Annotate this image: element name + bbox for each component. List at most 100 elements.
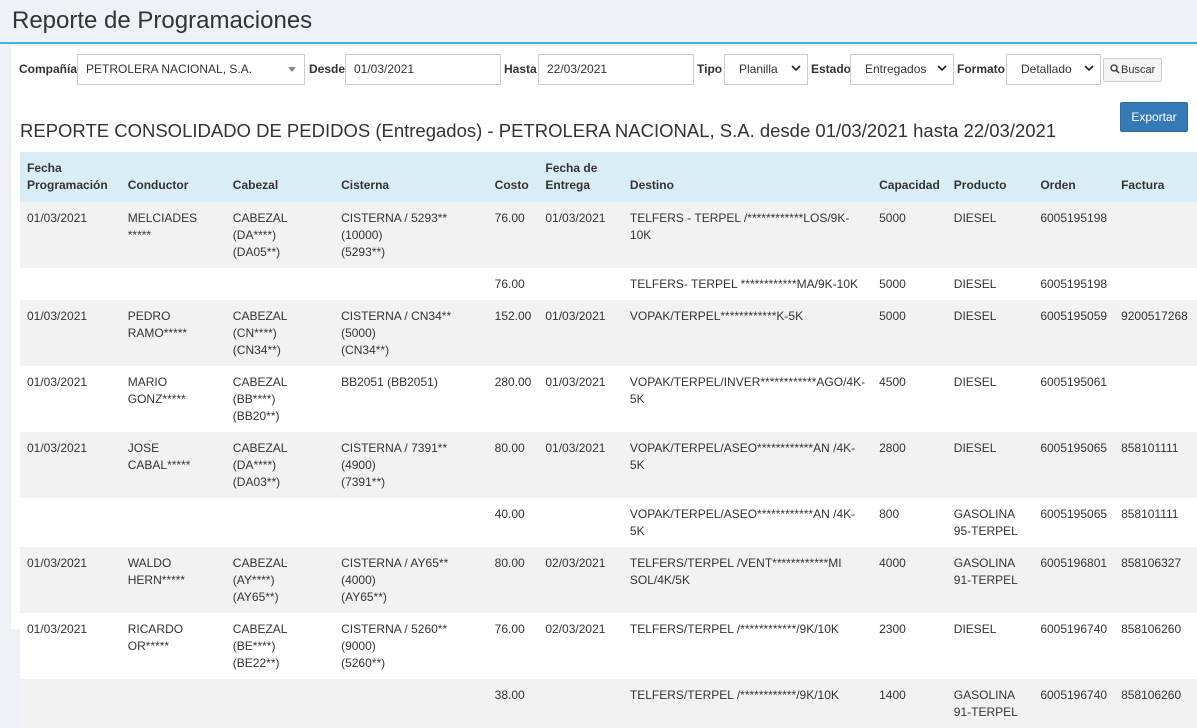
cell-fecha-programacion [20,679,121,728]
table-row: 01/03/2021RICARDOOR*****CABEZAL (BE****)… [20,613,1197,679]
cell-factura: 858106327 [1114,547,1197,613]
cell-orden: 6005195198 [1033,202,1114,268]
cell-conductor: MARIOGONZ***** [121,366,226,432]
from-date-input[interactable]: 01/03/2021 [345,54,501,85]
cell-cisterna: CISTERNA / AY65** (4000)(AY65**) [334,547,488,613]
chevron-down-icon [1084,63,1094,73]
cell-fecha-programacion [20,268,121,300]
header-costo: Costo [488,152,539,202]
cell-fecha-programacion: 01/03/2021 [20,366,121,432]
header-factura: Factura [1114,152,1197,202]
company-label: Compañía [19,62,77,76]
page-title: Reporte de Programaciones [12,6,1185,36]
cell-costo: 76.00 [488,202,539,268]
cell-fecha-entrega: 01/03/2021 [538,202,623,268]
table-header-row: FechaProgramaciónConductorCabezalCistern… [20,152,1197,202]
format-label: Formato [957,62,1005,76]
cell-factura [1114,366,1197,432]
cell-capacidad: 4000 [872,547,947,613]
cell-costo: 280.00 [488,366,539,432]
search-button-label: Buscar [1121,64,1155,76]
to-date-value: 22/03/2021 [547,62,607,76]
cell-destino: TELFERS/TERPEL /************/9K/10K [623,613,872,679]
cell-producto: DIESEL [947,300,1034,366]
company-select[interactable]: PETROLERA NACIONAL, S.A. [77,54,305,85]
type-select[interactable]: Planilla [724,54,808,85]
status-select-value: Entregados [865,62,926,76]
cell-capacidad: 5000 [872,268,947,300]
cell-factura [1114,202,1197,268]
chevron-down-icon [791,63,801,73]
cell-orden: 6005196740 [1033,613,1114,679]
header-cisterna: Cisterna [334,152,488,202]
cell-orden: 6005195065 [1033,498,1114,547]
chevron-down-icon [937,63,947,73]
cell-cabezal: CABEZAL (AY****)(AY65**) [226,547,334,613]
status-label: Estado [811,62,851,76]
cell-orden: 6005195065 [1033,432,1114,498]
report-title: REPORTE CONSOLIDADO DE PEDIDOS (Entregad… [20,120,1056,142]
cell-producto: GASOLINA95-TERPEL [947,498,1034,547]
cell-conductor: PEDRORAMO***** [121,300,226,366]
status-select[interactable]: Entregados [850,54,954,85]
cell-fecha-entrega: 02/03/2021 [538,547,623,613]
cell-fecha-entrega [538,679,623,728]
cell-costo: 152.00 [488,300,539,366]
cell-cabezal: CABEZAL (BB****)(BB20**) [226,366,334,432]
cell-cabezal: CABEZAL (CN****)(CN34**) [226,300,334,366]
caret-down-icon [288,67,296,72]
cell-costo: 76.00 [488,268,539,300]
cell-destino: TELFERS - TERPEL /************LOS/9K-10K [623,202,872,268]
cell-cabezal [226,498,334,547]
cell-producto: GASOLINA91-TERPEL [947,679,1034,728]
cell-destino: TELFERS- TERPEL ************MA/9K-10K [623,268,872,300]
cell-destino: VOPAK/TERPEL/ASEO************AN /4K-5K [623,498,872,547]
cell-cisterna: CISTERNA / 5260** (9000)(5260**) [334,613,488,679]
cell-orden: 6005195198 [1033,268,1114,300]
cell-orden: 6005195059 [1033,300,1114,366]
cell-capacidad: 1400 [872,679,947,728]
to-date-input[interactable]: 22/03/2021 [538,54,694,85]
cell-cisterna: CISTERNA / CN34** (5000)(CN34**) [334,300,488,366]
cell-orden: 6005196801 [1033,547,1114,613]
cell-cabezal: CABEZAL (DA****)(DA05**) [226,202,334,268]
header-cabezal: Cabezal [226,152,334,202]
header-producto: Producto [947,152,1034,202]
table-row: 01/03/2021PEDRORAMO*****CABEZAL (CN****)… [20,300,1197,366]
from-date-value: 01/03/2021 [354,62,414,76]
cell-fecha-entrega [538,268,623,300]
cell-costo: 80.00 [488,547,539,613]
cell-destino: VOPAK/TERPEL/INVER************AGO/4K-5K [623,366,872,432]
cell-fecha-entrega: 01/03/2021 [538,300,623,366]
report-panel: Compañía PETROLERA NACIONAL, S.A. Desde … [11,46,1197,629]
table-row: 01/03/2021MELCIADES *****CABEZAL (DA****… [20,202,1197,268]
from-label: Desde [309,62,345,76]
header-fecha-programacion: FechaProgramación [20,152,121,202]
format-select-value: Detallado [1021,62,1072,76]
format-select[interactable]: Detallado [1006,54,1101,85]
cell-fecha-programacion: 01/03/2021 [20,300,121,366]
search-icon [1110,64,1120,74]
cell-fecha-programacion: 01/03/2021 [20,432,121,498]
export-button[interactable]: Exportar [1120,102,1188,132]
cell-producto: GASOLINA91-TERPEL [947,547,1034,613]
cell-cisterna [334,268,488,300]
header-destino: Destino [623,152,872,202]
header-fecha-entrega: Fecha deEntrega [538,152,623,202]
cell-fecha-programacion: 01/03/2021 [20,547,121,613]
cell-costo: 38.00 [488,679,539,728]
cell-factura: 858106260 [1114,679,1197,728]
cell-orden: 6005196740 [1033,679,1114,728]
cell-capacidad: 5000 [872,300,947,366]
title-bar: Reporte de Programaciones [0,0,1197,44]
cell-factura: 858101111 [1114,498,1197,547]
filter-bar: Compañía PETROLERA NACIONAL, S.A. Desde … [19,54,1189,86]
cell-producto: DIESEL [947,432,1034,498]
company-select-value: PETROLERA NACIONAL, S.A. [86,62,252,76]
cell-destino: VOPAK/TERPEL************K-5K [623,300,872,366]
table-row: 76.00 TELFERS- TERPEL ************MA/9K-1… [20,268,1197,300]
cell-conductor: JOSE CABAL***** [121,432,226,498]
search-button[interactable]: Buscar [1103,58,1162,82]
cell-costo: 76.00 [488,613,539,679]
type-label: Tipo [697,62,722,76]
